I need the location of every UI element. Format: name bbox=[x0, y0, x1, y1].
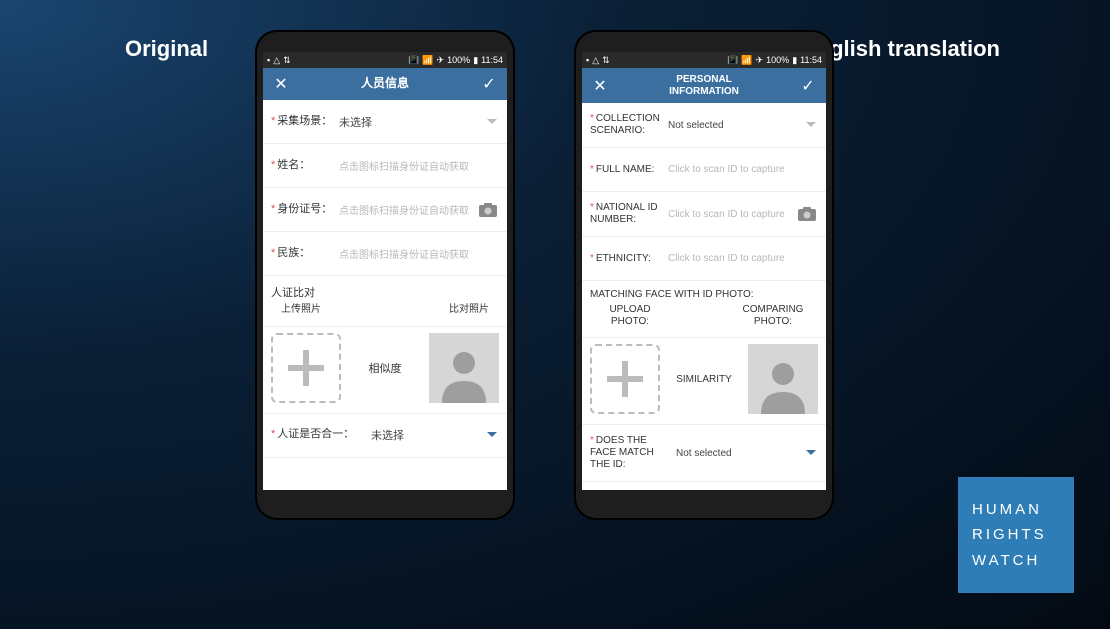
time-text: 11:54 bbox=[481, 55, 503, 65]
facecheck-label: *人证是否合一： bbox=[271, 428, 365, 441]
vibrate-icon: 📳 bbox=[727, 55, 738, 66]
phone-english: ▪ △ ⇅ 📳 📶 ✈ 100% ▮ 11:54 ✕ PERSONAL INFO… bbox=[574, 30, 834, 520]
wifi-icon: 📶 bbox=[741, 55, 752, 66]
chevron-down-icon bbox=[804, 450, 818, 456]
match-title: 人证比对 bbox=[271, 284, 499, 300]
facecheck-value: 未选择 bbox=[371, 427, 479, 443]
chevron-down-icon bbox=[485, 432, 499, 438]
camera-icon[interactable] bbox=[477, 203, 499, 217]
plus-icon bbox=[605, 359, 645, 399]
titlebar: ✕ PERSONAL INFORMATION ✓ bbox=[582, 68, 826, 103]
battery-icon: ▮ bbox=[792, 55, 797, 66]
screen-original: ▪ △ ⇅ 📳 📶 ✈ 100% ▮ 11:54 ✕ 人员信息 ✓ *采集场景：… bbox=[263, 52, 507, 490]
compare-photo-placeholder bbox=[748, 344, 818, 414]
match-section: 人证比对 上传照片 比对照片 bbox=[263, 276, 507, 327]
vibrate-icon: 📳 bbox=[408, 55, 419, 66]
sync-icon: ⇅ bbox=[602, 55, 610, 66]
match-section: MATCHING FACE WITH ID PHOTO: UPLOAD PHOT… bbox=[582, 281, 826, 338]
titlebar: ✕ 人员信息 ✓ bbox=[263, 68, 507, 100]
row-facecheck[interactable]: *DOES THE FACE MATCH THE ID: Not selecte… bbox=[582, 425, 826, 482]
form-content: *采集场景： 未选择 *姓名： 点击图标扫描身份证自动获取 *身份证号： 点击图… bbox=[263, 100, 507, 490]
fullname-placeholder: 点击图标扫描身份证自动获取 bbox=[339, 158, 499, 173]
airplane-icon: ✈ bbox=[756, 55, 764, 66]
camera-icon[interactable] bbox=[796, 207, 818, 221]
statusbar: ▪ △ ⇅ 📳 📶 ✈ 100% ▮ 11:54 bbox=[582, 52, 826, 68]
chevron-down-icon bbox=[804, 122, 818, 128]
facecheck-label: *DOES THE FACE MATCH THE ID: bbox=[590, 435, 670, 471]
row-ethnicity[interactable]: *民族： 点击图标扫描身份证自动获取 bbox=[263, 232, 507, 276]
signal-text: 100% bbox=[766, 55, 789, 65]
logo-line3: WATCH bbox=[972, 548, 1074, 574]
warning-icon: △ bbox=[592, 55, 599, 66]
time-text: 11:54 bbox=[800, 55, 822, 65]
wifi-icon: 📶 bbox=[422, 55, 433, 66]
scenario-label: *采集场景： bbox=[271, 115, 333, 128]
upload-photo-label: 上传照片 bbox=[281, 304, 321, 316]
video-icon: ▪ bbox=[586, 55, 589, 66]
screen-english: ▪ △ ⇅ 📳 📶 ✈ 100% ▮ 11:54 ✕ PERSONAL INFO… bbox=[582, 52, 826, 490]
sync-icon: ⇅ bbox=[283, 55, 291, 66]
idnum-label: *身份证号： bbox=[271, 203, 333, 216]
phone-original: ▪ △ ⇅ 📳 📶 ✈ 100% ▮ 11:54 ✕ 人员信息 ✓ *采集场景：… bbox=[255, 30, 515, 520]
idnum-placeholder: Click to scan ID to capture bbox=[668, 209, 790, 220]
row-fullname[interactable]: *姓名： 点击图标扫描身份证自动获取 bbox=[263, 144, 507, 188]
idnum-placeholder: 点击图标扫描身份证自动获取 bbox=[339, 202, 471, 217]
page-title: PERSONAL INFORMATION bbox=[608, 74, 800, 97]
compare-photo-label: COMPARING PHOTO: bbox=[738, 304, 808, 327]
scenario-label: *COLLECTION SCENARIO: bbox=[590, 113, 662, 137]
chevron-down-icon bbox=[485, 119, 499, 125]
airplane-icon: ✈ bbox=[437, 55, 445, 66]
ethnicity-label: *民族： bbox=[271, 247, 333, 260]
upload-photo-button[interactable] bbox=[271, 333, 341, 403]
close-icon[interactable]: ✕ bbox=[273, 74, 289, 94]
row-scenario[interactable]: *采集场景： 未选择 bbox=[263, 100, 507, 144]
fullname-label: *姓名： bbox=[271, 159, 333, 172]
upload-photo-button[interactable] bbox=[590, 344, 660, 414]
video-icon: ▪ bbox=[267, 55, 270, 66]
battery-icon: ▮ bbox=[473, 55, 478, 66]
fullname-label: *FULL NAME: bbox=[590, 164, 662, 176]
close-icon[interactable]: ✕ bbox=[592, 76, 608, 96]
scenario-value: 未选择 bbox=[339, 114, 479, 130]
check-icon[interactable]: ✓ bbox=[800, 76, 816, 96]
upload-photo-label: UPLOAD PHOTO: bbox=[600, 304, 660, 327]
ethnicity-placeholder: Click to scan ID to capture bbox=[668, 253, 818, 264]
facecheck-value: Not selected bbox=[676, 448, 798, 459]
similarity-label: 相似度 bbox=[355, 360, 415, 376]
photo-row: 相似度 bbox=[263, 327, 507, 414]
compare-photo-placeholder bbox=[429, 333, 499, 403]
row-facecheck[interactable]: *人证是否合一： 未选择 bbox=[263, 414, 507, 458]
heading-original: Original bbox=[125, 36, 208, 62]
plus-icon bbox=[286, 348, 326, 388]
compare-photo-label: 比对照片 bbox=[449, 304, 489, 316]
row-idnum[interactable]: *NATIONAL ID NUMBER: Click to scan ID to… bbox=[582, 192, 826, 237]
form-content: *COLLECTION SCENARIO: Not selected *FULL… bbox=[582, 103, 826, 490]
similarity-label: SIMILARITY bbox=[674, 374, 734, 385]
logo-line1: HUMAN bbox=[972, 497, 1074, 523]
signal-text: 100% bbox=[447, 55, 470, 65]
ethnicity-placeholder: 点击图标扫描身份证自动获取 bbox=[339, 246, 499, 261]
ethnicity-label: *ETHNICITY: bbox=[590, 253, 662, 265]
photo-row: SIMILARITY bbox=[582, 338, 826, 425]
row-scenario[interactable]: *COLLECTION SCENARIO: Not selected bbox=[582, 103, 826, 148]
hrw-logo: HUMAN RIGHTS WATCH bbox=[958, 477, 1074, 593]
fullname-placeholder: Click to scan ID to capture bbox=[668, 164, 818, 175]
row-ethnicity[interactable]: *ETHNICITY: Click to scan ID to capture bbox=[582, 237, 826, 281]
row-fullname[interactable]: *FULL NAME: Click to scan ID to capture bbox=[582, 148, 826, 192]
row-idnum[interactable]: *身份证号： 点击图标扫描身份证自动获取 bbox=[263, 188, 507, 232]
check-icon[interactable]: ✓ bbox=[481, 74, 497, 94]
idnum-label: *NATIONAL ID NUMBER: bbox=[590, 202, 662, 226]
warning-icon: △ bbox=[273, 55, 280, 66]
match-title: MATCHING FACE WITH ID PHOTO: bbox=[590, 289, 818, 300]
statusbar: ▪ △ ⇅ 📳 📶 ✈ 100% ▮ 11:54 bbox=[263, 52, 507, 68]
scenario-value: Not selected bbox=[668, 120, 798, 131]
page-title: 人员信息 bbox=[289, 77, 481, 91]
logo-line2: RIGHTS bbox=[972, 522, 1074, 548]
